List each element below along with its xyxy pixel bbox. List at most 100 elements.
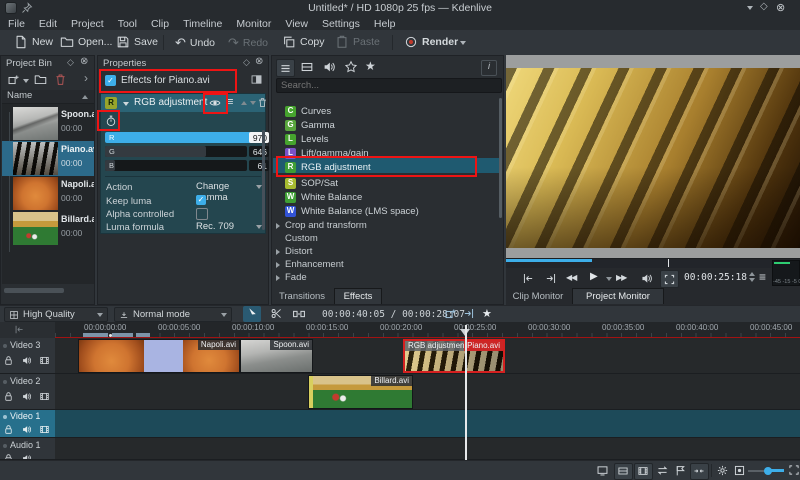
menu-timeline[interactable]: Timeline	[183, 18, 222, 30]
effect-header[interactable]: R RGB adjustment ≡	[101, 94, 265, 112]
zoom-fit-icon[interactable]	[733, 464, 746, 477]
keep-luma-checkbox[interactable]: ✓	[196, 195, 206, 205]
shade-icon[interactable]	[747, 6, 753, 10]
track-header-video3[interactable]: Video 3	[0, 338, 55, 374]
rewind-icon[interactable]: ◀◀	[566, 273, 576, 282]
timecode-spin-up-icon[interactable]	[749, 272, 755, 276]
collapse-chevron-icon[interactable]	[123, 102, 129, 106]
effect-item-curves[interactable]: C Curves	[285, 104, 515, 118]
monitor-menu-icon[interactable]: ≡	[759, 270, 766, 284]
zoom-slider[interactable]	[748, 469, 784, 472]
zone-in-icon[interactable]	[522, 272, 535, 285]
monitor-seek-ruler[interactable]	[506, 258, 800, 268]
r-value[interactable]: 970	[249, 132, 269, 143]
bin-item-napoli[interactable]: Napoli.avi 00:00	[2, 176, 94, 211]
move-effect-up-icon[interactable]	[241, 101, 247, 105]
titlebar[interactable]: Untitled* / HD 1080p 25 fps — Kdenlive ◇…	[0, 0, 800, 17]
insert-zone-icon[interactable]	[444, 307, 457, 320]
video2-lane[interactable]	[55, 374, 800, 410]
track-target-dot[interactable]	[3, 344, 7, 348]
keyframe-stopwatch-icon[interactable]	[105, 115, 117, 127]
video1-lane[interactable]	[55, 410, 800, 438]
clip-transition-section[interactable]	[144, 340, 183, 373]
mute-track-icon[interactable]	[21, 424, 32, 435]
bin-item-billard[interactable]: Billard.avi 00:00	[2, 211, 94, 246]
clip-napoli[interactable]: Napoli.avi	[78, 339, 240, 373]
b-slider[interactable]: B 61	[105, 160, 265, 171]
category-custom[interactable]: Custom	[285, 232, 513, 245]
redo-button[interactable]: ↷ Redo	[228, 35, 268, 51]
timeline-edit-mode-dropdown[interactable]: Normal mode	[114, 307, 232, 322]
bin-name-header[interactable]: Name	[2, 90, 94, 104]
playhead-line[interactable]	[465, 325, 467, 460]
track-target-dot[interactable]	[3, 444, 7, 448]
track-header-video2[interactable]: Video 2	[0, 374, 55, 410]
bin-horizontal-scrollbar[interactable]	[4, 288, 64, 293]
zone-out-icon[interactable]	[544, 272, 557, 285]
effects-search-input[interactable]	[276, 78, 502, 93]
action-dropdown[interactable]: Change gamma	[196, 181, 262, 193]
select-tool-button[interactable]	[243, 306, 261, 322]
r-slider[interactable]: R 970	[105, 132, 265, 143]
panel-float-icon[interactable]: ◇	[243, 57, 250, 68]
favorite-effects-star-icon[interactable]: ★	[482, 307, 492, 320]
effect-stack-item[interactable]: R RGB adjustment ≡ R 970 G	[100, 93, 266, 234]
menu-monitor[interactable]: Monitor	[236, 18, 271, 30]
b-value[interactable]: 61	[249, 160, 269, 171]
add-clip-icon[interactable]	[7, 73, 20, 86]
effect-item-rgb-adjustment[interactable]: R RGB adjustment	[285, 160, 515, 174]
bin-more-icon[interactable]: ›	[84, 71, 88, 85]
extract-zone-icon[interactable]	[462, 307, 475, 320]
menu-clip[interactable]: Clip	[151, 18, 169, 30]
g-value[interactable]: 646	[249, 146, 269, 157]
effect-item-sop-sat[interactable]: S SOP/Sat	[285, 176, 515, 190]
effect-scrollbar[interactable]	[262, 130, 265, 230]
effect-item-gamma[interactable]: G Gamma	[285, 118, 515, 132]
create-folder-icon[interactable]	[34, 73, 47, 86]
move-effect-down-icon[interactable]	[250, 101, 256, 105]
bin-item-piano[interactable]: Piano.avi 00:00	[2, 141, 94, 176]
eye-disable-icon[interactable]	[209, 97, 221, 109]
panel-float-icon[interactable]: ◇	[67, 57, 74, 68]
g-slider[interactable]: G 646	[105, 146, 265, 157]
clip-spoon[interactable]: Spoon.avi	[240, 339, 313, 373]
render-menu-chevron-icon[interactable]	[460, 41, 466, 45]
hide-track-icon[interactable]	[39, 391, 50, 402]
monitor-toggle-icon[interactable]	[596, 464, 609, 477]
effect-item-white-balance[interactable]: W White Balance	[285, 190, 515, 204]
zoom-slider-handle[interactable]	[764, 467, 772, 475]
timeline-settings-gear-icon[interactable]	[716, 464, 729, 477]
lock-track-icon[interactable]	[3, 453, 14, 460]
custom-effects-icon[interactable]	[344, 60, 358, 74]
mute-track-icon[interactable]	[21, 391, 32, 402]
mute-track-icon[interactable]	[21, 453, 32, 460]
new-button[interactable]: New	[14, 35, 53, 49]
hide-track-icon[interactable]	[39, 424, 50, 435]
lock-track-icon[interactable]	[3, 355, 14, 366]
timeline-ruler[interactable]: 00:00:00:00 00:00:05:00 00:00:10:00 00:0…	[0, 322, 800, 338]
alpha-controlled-checkbox[interactable]	[196, 208, 208, 220]
track-header-audio1[interactable]: Audio 1	[0, 438, 55, 460]
clip-billard[interactable]: Billard.avi	[308, 375, 413, 409]
menu-settings[interactable]: Settings	[322, 18, 360, 30]
effect-item-white-balance-lms[interactable]: W White Balance (LMS space)	[285, 204, 515, 218]
tab-project-monitor[interactable]: Project Monitor	[572, 288, 664, 304]
menu-help[interactable]: Help	[374, 18, 396, 30]
monitor-zone-bar[interactable]	[506, 259, 592, 262]
tab-clip-monitor[interactable]: Clip Monitor	[506, 288, 570, 304]
hide-track-icon[interactable]	[39, 355, 50, 366]
paste-button[interactable]: Paste	[335, 35, 380, 49]
luma-formula-dropdown[interactable]: Rec. 709	[196, 221, 262, 233]
track-target-dot[interactable]	[3, 415, 7, 419]
maximize-icon[interactable]: ◇	[760, 1, 768, 12]
save-button[interactable]: Save	[116, 35, 158, 49]
track-target-dot[interactable]	[3, 380, 7, 384]
menu-view[interactable]: View	[285, 18, 308, 30]
favorite-effects-icon[interactable]: ★	[365, 59, 376, 73]
zoom-fullscreen-icon[interactable]	[788, 464, 800, 476]
timeline-preview-quality-dropdown[interactable]: High Quality	[4, 307, 108, 322]
mute-track-icon[interactable]	[21, 355, 32, 366]
zone-frame-button[interactable]	[660, 270, 679, 288]
tab-transitions[interactable]: Transitions	[272, 288, 332, 304]
open-button[interactable]: Open...	[60, 35, 112, 49]
